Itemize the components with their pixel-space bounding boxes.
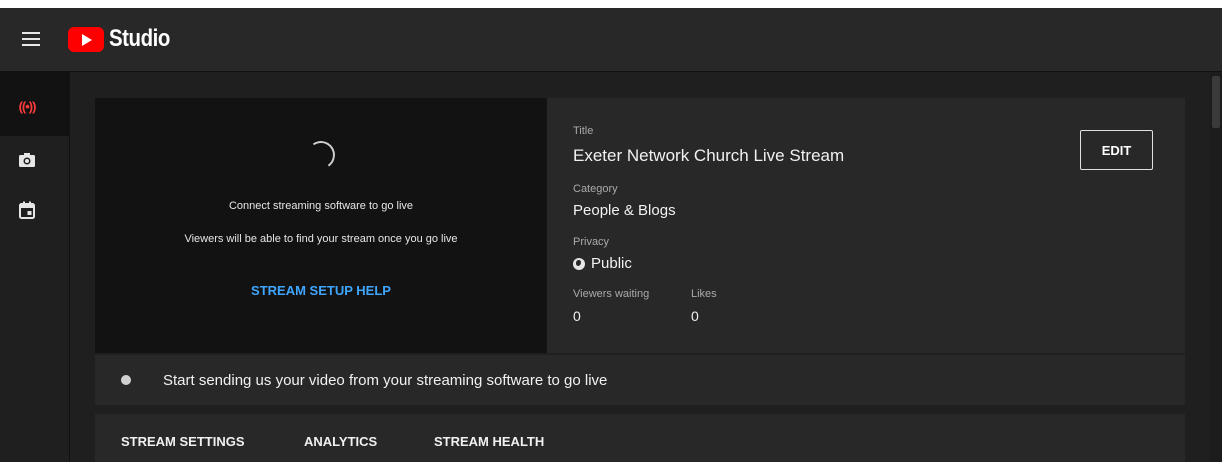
- category-value: People & Blogs: [573, 202, 676, 219]
- live-broadcast-icon: ((•)): [18, 98, 37, 114]
- tab-bar: STREAM SETTINGS ANALYTICS STREAM HEALTH: [95, 414, 1185, 462]
- privacy-label: Privacy: [573, 236, 610, 248]
- youtube-studio-logo[interactable]: Studio: [68, 24, 181, 54]
- camera-icon: [19, 153, 35, 167]
- tab-stream-settings[interactable]: STREAM SETTINGS: [121, 434, 245, 449]
- viewers-waiting-value: 0: [573, 308, 581, 324]
- stream-status-bar: Start sending us your video from your st…: [95, 355, 1185, 405]
- logo-text: Studio: [109, 25, 170, 52]
- tab-stream-health[interactable]: STREAM HEALTH: [434, 434, 544, 449]
- stream-setup-help-link[interactable]: STREAM SETUP HELP: [95, 283, 547, 298]
- stream-preview: Connect streaming software to go live Vi…: [95, 98, 547, 353]
- likes-value: 0: [691, 308, 699, 324]
- status-message: Start sending us your video from your st…: [163, 372, 608, 389]
- youtube-play-icon: [68, 26, 104, 52]
- rail-item-live[interactable]: ((•)): [12, 88, 42, 124]
- calendar-icon: [19, 201, 35, 219]
- stream-info-panel: Title Exeter Network Church Live Stream …: [547, 98, 1185, 353]
- privacy-value: Public: [573, 255, 632, 272]
- status-dot-icon: [121, 375, 131, 385]
- viewers-waiting-label: Viewers waiting: [573, 288, 650, 300]
- title-value: Exeter Network Church Live Stream: [573, 146, 845, 165]
- top-app-bar: Studio: [0, 8, 1222, 72]
- connect-message: Connect streaming software to go live: [228, 200, 414, 212]
- scrollbar-thumb[interactable]: [1212, 76, 1220, 128]
- live-control-room: Studio ((•)) Connect streaming software …: [0, 0, 1222, 462]
- rail-item-webcam[interactable]: [12, 142, 42, 178]
- category-label: Category: [573, 183, 618, 195]
- title-label: Title: [573, 125, 594, 137]
- viewers-message: Viewers will be able to find your stream…: [184, 233, 458, 245]
- top-strip: [0, 0, 1222, 8]
- privacy-value-text: Public: [591, 255, 632, 272]
- page-scrollbar[interactable]: [1210, 72, 1222, 462]
- menu-icon[interactable]: [22, 32, 40, 46]
- loading-spinner-icon: [304, 138, 338, 172]
- tab-analytics[interactable]: ANALYTICS: [304, 434, 377, 449]
- globe-icon: [573, 257, 585, 270]
- edit-button[interactable]: EDIT: [1080, 130, 1153, 170]
- likes-label: Likes: [691, 288, 717, 300]
- rail-item-schedule[interactable]: [12, 192, 42, 228]
- left-rail: ((•)): [0, 72, 70, 462]
